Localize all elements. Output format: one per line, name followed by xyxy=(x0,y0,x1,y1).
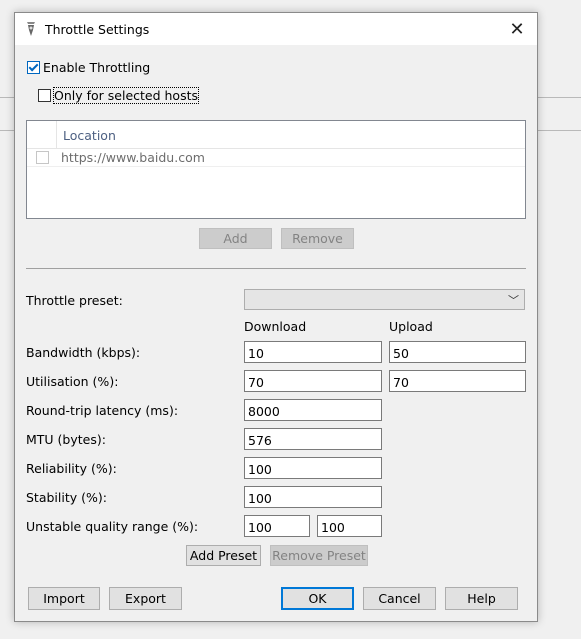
upload-column-header: Upload xyxy=(389,319,433,334)
utilisation-upload-input[interactable] xyxy=(389,370,526,392)
ok-button[interactable]: OK xyxy=(281,587,354,610)
latency-input[interactable] xyxy=(244,399,382,421)
unstable-range-min-input[interactable] xyxy=(244,515,310,537)
bandwidth-download-input[interactable] xyxy=(244,341,382,363)
unstable-range-label: Unstable quality range (%): xyxy=(26,519,199,534)
stability-label: Stability (%): xyxy=(26,490,107,505)
latency-label: Round-trip latency (ms): xyxy=(26,403,179,418)
selected-hosts-label[interactable]: Only for selected hosts xyxy=(52,87,200,104)
throttle-preset-label: Throttle preset: xyxy=(26,293,123,308)
separator xyxy=(26,268,526,269)
mtu-label: MTU (bytes): xyxy=(26,432,106,447)
remove-preset-button[interactable]: Remove Preset xyxy=(270,545,368,566)
download-column-header: Download xyxy=(244,319,307,334)
hosts-list-header: Location xyxy=(27,121,525,149)
reliability-input[interactable] xyxy=(244,457,382,479)
bandwidth-upload-input[interactable] xyxy=(389,341,526,363)
throttle-preset-select[interactable]: ﹀ xyxy=(244,289,525,310)
column-divider xyxy=(56,121,57,148)
import-button[interactable]: Import xyxy=(28,587,100,610)
utilisation-download-input[interactable] xyxy=(244,370,382,392)
remove-host-button[interactable]: Remove xyxy=(281,228,354,249)
reliability-label: Reliability (%): xyxy=(26,461,117,476)
host-url: https://www.baidu.com xyxy=(61,150,205,165)
location-column-header[interactable]: Location xyxy=(63,128,116,143)
list-item[interactable]: https://www.baidu.com xyxy=(27,149,525,167)
add-host-button[interactable]: Add xyxy=(199,228,272,249)
export-button[interactable]: Export xyxy=(109,587,182,610)
host-row-checkbox[interactable] xyxy=(36,151,49,164)
chevron-down-icon: ﹀ xyxy=(508,294,519,307)
close-icon: ✕ xyxy=(509,18,525,40)
close-button[interactable]: ✕ xyxy=(497,13,537,45)
throttle-settings-dialog: Throttle Settings ✕ Enable Throttling On… xyxy=(14,12,538,622)
help-button[interactable]: Help xyxy=(445,587,518,610)
hosts-list[interactable]: Location https://www.baidu.com xyxy=(26,120,526,219)
cancel-button[interactable]: Cancel xyxy=(363,587,436,610)
enable-throttling-checkbox[interactable] xyxy=(27,61,40,74)
enable-throttling-label[interactable]: Enable Throttling xyxy=(43,60,150,75)
title-bar: Throttle Settings ✕ xyxy=(15,13,537,45)
add-preset-button[interactable]: Add Preset xyxy=(186,545,261,566)
utilisation-label: Utilisation (%): xyxy=(26,374,119,389)
unstable-range-max-input[interactable] xyxy=(317,515,382,537)
bandwidth-label: Bandwidth (kbps): xyxy=(26,345,141,360)
window-title: Throttle Settings xyxy=(45,22,150,37)
mtu-input[interactable] xyxy=(244,428,382,450)
stability-input[interactable] xyxy=(244,486,382,508)
app-icon xyxy=(27,22,35,36)
selected-hosts-checkbox[interactable] xyxy=(38,89,51,102)
